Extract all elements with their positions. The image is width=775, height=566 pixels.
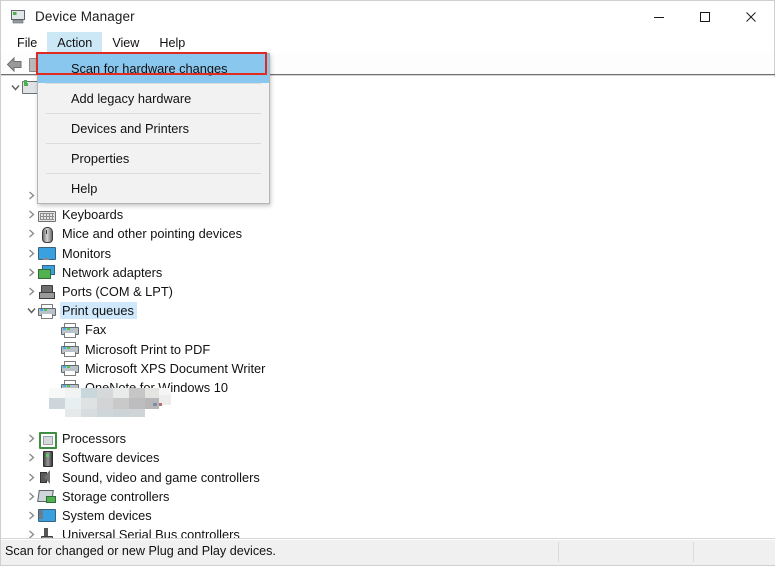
- status-bar: Scan for changed or new Plug and Play de…: [1, 538, 775, 565]
- menu-view[interactable]: View: [102, 32, 149, 53]
- tree-item-network-adapters[interactable]: Network adapters: [1, 263, 775, 282]
- menu-item-help[interactable]: Help: [38, 174, 269, 203]
- chevron-down-icon[interactable]: [9, 78, 22, 97]
- tree-item-keyboards[interactable]: Keyboards: [1, 205, 775, 224]
- tree-item-label: System devices: [62, 507, 152, 523]
- tree-item-system-devices[interactable]: System devices: [1, 506, 775, 525]
- status-bar-text: Scan for changed or new Plug and Play de…: [5, 544, 276, 558]
- tree-item-ports-com-lpt[interactable]: Ports (COM & LPT): [1, 282, 775, 301]
- chevron-right-icon[interactable]: [25, 224, 38, 243]
- window-controls: [636, 1, 774, 32]
- tree-item-label: Print queues: [60, 302, 137, 320]
- storage-controller-icon: [37, 488, 56, 504]
- window-title: Device Manager: [35, 9, 135, 24]
- chevron-right-icon[interactable]: [25, 525, 38, 539]
- chevron-right-icon[interactable]: [25, 282, 38, 301]
- title-bar: Device Manager: [1, 1, 774, 32]
- menu-bar: File Action View Help: [1, 32, 774, 53]
- minimize-button[interactable]: [636, 1, 682, 32]
- status-bar-divider: [693, 542, 694, 562]
- port-icon: [38, 284, 55, 300]
- tree-item-monitors[interactable]: Monitors: [1, 244, 775, 263]
- close-button[interactable]: [728, 1, 774, 32]
- tree-item-label: Microsoft XPS Document Writer: [85, 360, 266, 376]
- chevron-right-icon[interactable]: [25, 263, 38, 282]
- chevron-right-icon[interactable]: [25, 205, 38, 224]
- speaker-icon: [38, 469, 55, 485]
- chevron-right-icon[interactable]: [25, 506, 38, 525]
- tree-item-label: Sound, video and game controllers: [62, 469, 260, 485]
- tree-item-label: Network adapters: [62, 264, 163, 280]
- tree-item-label: Keyboards: [62, 207, 124, 223]
- tree-item-software-devices[interactable]: Software devices: [1, 448, 775, 467]
- printer-icon: [61, 341, 79, 358]
- network-adapter-icon: [38, 264, 55, 280]
- tree-item-processors[interactable]: Processors: [1, 429, 775, 449]
- printer-icon: [38, 303, 56, 319]
- maximize-button[interactable]: [682, 1, 728, 32]
- tree-item-print-queues[interactable]: Print queues: [1, 301, 775, 320]
- tree-item-label: Microsoft Print to PDF: [85, 341, 211, 357]
- menu-item-add-legacy-hardware[interactable]: Add legacy hardware: [38, 84, 269, 113]
- menu-item-devices-and-printers[interactable]: Devices and Printers: [38, 114, 269, 143]
- keyboard-icon: [38, 207, 56, 223]
- chevron-right-icon[interactable]: [25, 448, 38, 467]
- tree-item-microsoft-print-to-pdf[interactable]: Microsoft Print to PDF: [1, 340, 775, 359]
- tree-item-label: Mice and other pointing devices: [62, 226, 242, 242]
- back-arrow-icon[interactable]: [5, 56, 25, 73]
- menu-item-scan-for-hardware-changes[interactable]: Scan for hardware changes: [38, 54, 269, 83]
- tree-item-storage-controllers[interactable]: Storage controllers: [1, 487, 775, 506]
- menu-help[interactable]: Help: [149, 32, 195, 53]
- device-manager-window: Device Manager File Action View Help Key…: [0, 0, 775, 566]
- mouse-icon: [38, 226, 55, 243]
- monitor-icon: [38, 245, 56, 261]
- tree-item-label: Ports (COM & LPT): [62, 284, 173, 300]
- software-device-icon: [38, 450, 55, 467]
- tree-item-label: Monitors: [62, 245, 112, 261]
- printer-icon: [61, 322, 79, 338]
- redacted-block: [49, 388, 171, 420]
- tree-item-sound-video-and-game-controllers[interactable]: Sound, video and game controllers: [1, 467, 775, 486]
- tree-item-label: Storage controllers: [62, 488, 170, 504]
- device-manager-icon: [11, 9, 27, 24]
- tree-item-label: Processors: [62, 431, 127, 447]
- chevron-right-icon[interactable]: [25, 487, 38, 506]
- chevron-right-icon[interactable]: [25, 468, 38, 487]
- system-device-icon: [38, 507, 56, 523]
- tree-item-microsoft-xps-document-writer[interactable]: Microsoft XPS Document Writer: [1, 359, 775, 378]
- chevron-right-icon[interactable]: [25, 429, 38, 448]
- title-bar-left: Device Manager: [11, 1, 135, 32]
- tree-item-fax[interactable]: Fax: [1, 320, 775, 339]
- menu-action[interactable]: Action: [47, 32, 103, 53]
- tree-item-label: Fax: [85, 322, 107, 338]
- menu-item-properties[interactable]: Properties: [38, 144, 269, 173]
- tree-item-universal-serial-bus-controllers[interactable]: Universal Serial Bus controllers: [1, 525, 775, 539]
- status-bar-divider: [558, 542, 559, 562]
- processor-icon: [38, 431, 57, 449]
- chevron-down-icon[interactable]: [25, 301, 38, 320]
- printer-icon: [61, 360, 79, 377]
- chevron-right-icon[interactable]: [25, 244, 38, 263]
- tree-item-mice-and-other-pointing-devices[interactable]: Mice and other pointing devices: [1, 224, 775, 243]
- status-bar-top-edge: [1, 539, 775, 540]
- action-dropdown-menu[interactable]: Scan for hardware changes Add legacy har…: [37, 53, 270, 204]
- menu-file[interactable]: File: [7, 32, 47, 53]
- tree-item-label: Software devices: [62, 450, 160, 466]
